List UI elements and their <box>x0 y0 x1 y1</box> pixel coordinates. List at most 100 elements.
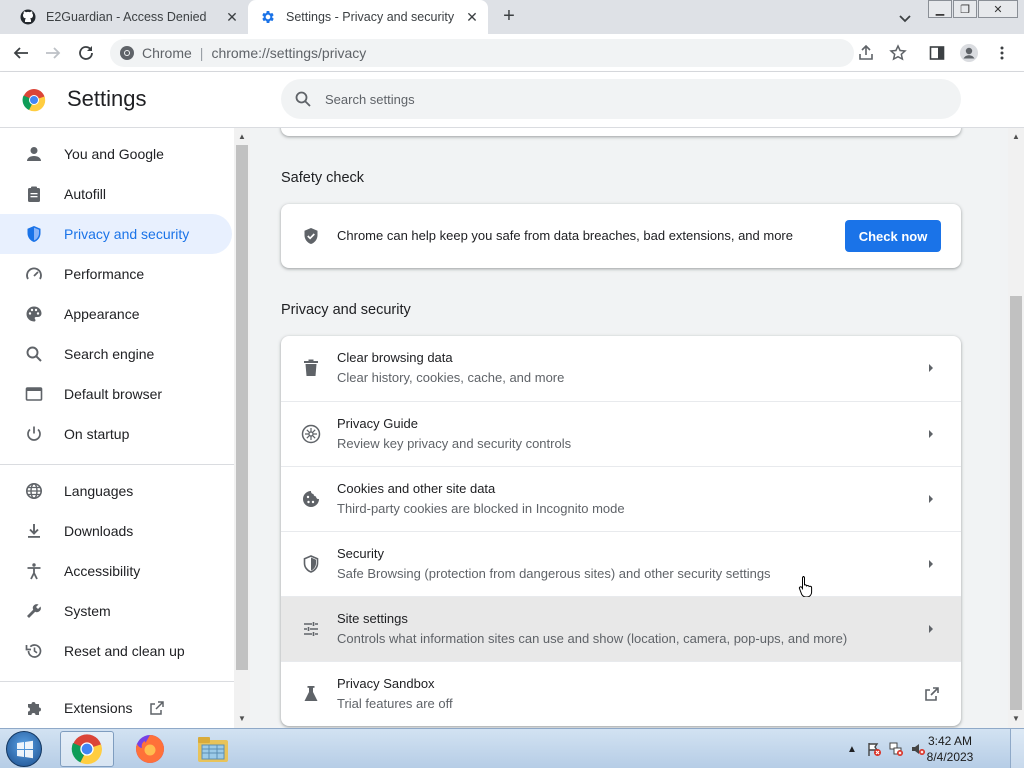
sidebar-item-label: Performance <box>64 266 145 282</box>
search-settings-box[interactable] <box>281 79 961 119</box>
sidebar-item-privacy-and-security[interactable]: Privacy and security <box>0 214 232 254</box>
new-tab-icon[interactable]: + <box>498 6 520 28</box>
sidebar-item-accessibility[interactable]: Accessibility <box>0 551 232 591</box>
search-icon <box>24 344 44 364</box>
show-hidden-icons-icon[interactable]: ▲ <box>844 741 860 757</box>
sidebar-item-label: Accessibility <box>64 563 141 579</box>
row-privacy-guide[interactable]: Privacy Guide Review key privacy and sec… <box>281 401 961 466</box>
tab-settings[interactable]: Settings - Privacy and security ✕ <box>248 0 488 34</box>
taskbar-file-explorer[interactable] <box>186 731 240 767</box>
clipboard-icon <box>24 184 44 204</box>
row-site-settings[interactable]: Site settings Controls what information … <box>281 596 961 661</box>
row-title: Clear browsing data <box>337 350 453 365</box>
main-scrollbar[interactable]: ▲ ▼ <box>1008 128 1024 728</box>
sidebar-item-appearance[interactable]: Appearance <box>0 294 232 334</box>
sidebar-item-autofill[interactable]: Autofill <box>0 174 232 214</box>
chrome-logo-icon <box>22 88 46 112</box>
page-title: Settings <box>67 86 147 111</box>
sidebar-item-label: Search engine <box>64 346 155 362</box>
action-center-flag-icon[interactable] <box>866 741 882 757</box>
row-security[interactable]: Security Safe Browsing (protection from … <box>281 531 961 596</box>
settings-main: Safety check Chrome can help keep you sa… <box>250 128 1008 728</box>
sidebar-item-search-engine[interactable]: Search engine <box>0 334 232 374</box>
sidebar-item-on-startup[interactable]: On startup <box>0 414 232 454</box>
scroll-down-arrow-icon[interactable]: ▼ <box>237 714 247 724</box>
close-tab-icon[interactable]: ✕ <box>464 9 480 25</box>
restore-icon[interactable]: ❐ <box>953 0 977 18</box>
back-icon[interactable] <box>10 42 32 64</box>
arrow-right-icon <box>925 557 937 571</box>
close-tab-icon[interactable]: ✕ <box>224 9 240 25</box>
row-title: Privacy Sandbox <box>337 676 435 691</box>
row-subtitle: Review key privacy and security controls <box>337 436 572 451</box>
row-clear-browsing-data[interactable]: Clear browsing data Clear history, cooki… <box>281 336 961 401</box>
tune-icon <box>301 619 321 639</box>
clock-date: 8/4/2023 <box>926 750 974 764</box>
browser-toolbar: Chrome | chrome://settings/privacy <box>0 34 1024 72</box>
chevron-down-icon[interactable] <box>896 9 914 27</box>
system-tray: ▲ 3:42 AM 8/4/2023 <box>824 729 1024 768</box>
window-close-icon[interactable]: ✕ <box>978 0 1018 18</box>
scrollbar-thumb[interactable] <box>1010 296 1022 710</box>
gear-icon <box>260 9 276 25</box>
tab-title: E2Guardian - Access Denied <box>46 10 207 24</box>
sidebar-item-default-browser[interactable]: Default browser <box>0 374 232 414</box>
sidebar-item-label: Autofill <box>64 186 107 202</box>
menu-kebab-icon[interactable] <box>992 43 1012 63</box>
sidebar-item-label: Appearance <box>64 306 140 322</box>
sidebar-item-reset-and-clean-up[interactable]: Reset and clean up <box>0 631 232 671</box>
tab-title: Settings - Privacy and security <box>286 10 455 24</box>
scroll-up-arrow-icon[interactable]: ▲ <box>237 132 247 142</box>
sidebar-scrollbar[interactable]: ▲ ▼ <box>234 128 250 728</box>
search-icon <box>293 89 313 109</box>
address-bar[interactable]: Chrome | chrome://settings/privacy <box>110 39 854 67</box>
sidebar-item-system[interactable]: System <box>0 591 232 631</box>
row-title: Security <box>337 546 384 561</box>
show-desktop-button[interactable] <box>1010 729 1024 768</box>
side-panel-icon[interactable] <box>927 43 947 63</box>
sidebar-item-you-and-google[interactable]: You and Google <box>0 134 232 174</box>
row-privacy-sandbox[interactable]: Privacy Sandbox Trial features are off <box>281 661 961 726</box>
row-title: Site settings <box>337 611 408 626</box>
forward-icon[interactable] <box>42 42 64 64</box>
row-cookies[interactable]: Cookies and other site data Third-party … <box>281 466 961 531</box>
puzzle-icon <box>24 698 44 718</box>
trash-icon <box>301 358 321 378</box>
sidebar-item-label: Privacy and security <box>64 226 190 242</box>
minimize-icon[interactable]: ▁ <box>928 0 952 18</box>
taskbar-firefox[interactable] <box>123 731 177 767</box>
taskbar-clock[interactable]: 3:42 AM 8/4/2023 <box>920 733 980 765</box>
safety-check-card: Chrome can help keep you safe from data … <box>281 204 961 268</box>
globe-icon <box>24 481 44 501</box>
reload-icon[interactable] <box>75 42 97 64</box>
sidebar-item-downloads[interactable]: Downloads <box>0 511 232 551</box>
history-icon <box>24 641 44 661</box>
scrollbar-thumb[interactable] <box>236 145 248 670</box>
privacy-guide-icon <box>301 424 321 444</box>
arrow-right-icon <box>925 492 937 506</box>
sidebar-item-label: Languages <box>64 483 134 499</box>
scroll-down-arrow-icon[interactable]: ▼ <box>1011 714 1021 724</box>
download-icon <box>24 521 44 541</box>
sidebar-divider <box>0 464 234 465</box>
sidebar-item-extensions[interactable]: Extensions <box>0 688 232 728</box>
start-button[interactable] <box>6 731 42 767</box>
sidebar-item-performance[interactable]: Performance <box>0 254 232 294</box>
search-input[interactable] <box>325 91 925 107</box>
site-name: Chrome <box>142 45 192 61</box>
accessibility-icon <box>24 561 44 581</box>
sidebar-item-languages[interactable]: Languages <box>0 471 232 511</box>
bookmark-star-icon[interactable] <box>888 43 908 63</box>
network-icon[interactable] <box>888 741 904 757</box>
omnibox-separator: | <box>199 45 204 61</box>
share-icon[interactable] <box>856 43 876 63</box>
arrow-right-icon <box>925 427 937 441</box>
scroll-up-arrow-icon[interactable]: ▲ <box>1011 132 1021 142</box>
profile-avatar-icon[interactable] <box>959 43 979 63</box>
clock-time: 3:42 AM <box>927 734 973 748</box>
tab-e2guardian[interactable]: E2Guardian - Access Denied ✕ <box>12 0 248 34</box>
sidebar-item-label: Extensions <box>64 700 133 716</box>
taskbar-chrome[interactable] <box>60 731 114 767</box>
check-now-button[interactable]: Check now <box>845 220 941 252</box>
security-shield-icon <box>301 554 321 574</box>
